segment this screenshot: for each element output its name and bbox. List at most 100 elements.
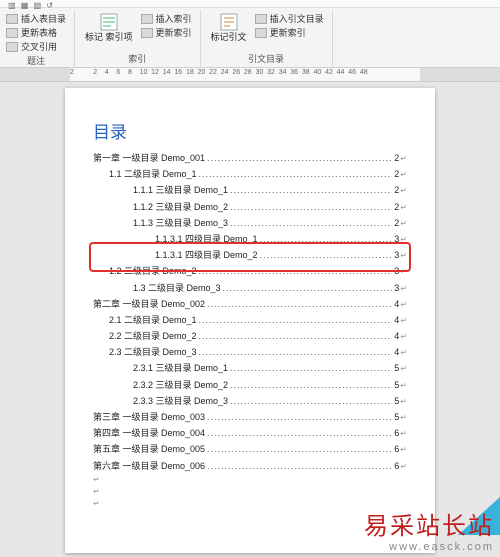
toc-entry-text: 第四章 一级目录 Demo_004 [93, 426, 205, 439]
toc-page-number: 5 [394, 380, 399, 390]
ruler-tick [82, 69, 83, 76]
ruler-tick: 38 [302, 69, 303, 76]
ruler-tick: 30 [256, 69, 257, 76]
ruler-tick: 44 [337, 69, 338, 76]
ruler-tick: 10 [140, 69, 141, 76]
insert-toa-button[interactable]: 插入引文目录 [255, 12, 324, 25]
paragraph-mark: ↵ [400, 203, 407, 212]
update-toa-button[interactable]: 更新索引 [255, 26, 324, 39]
toc-entry[interactable]: 2.3.3 三级目录 Demo_3.......................… [93, 394, 407, 407]
toc-page-number: 3 [394, 283, 399, 293]
toc-entry[interactable]: 第六章 一级目录 Demo_006.......................… [93, 459, 407, 472]
insert-table-of-figures-button[interactable]: 插入表目录 [6, 12, 66, 25]
update-table-button[interactable]: 更新表格 [6, 26, 66, 39]
document-area[interactable]: 目录 第一章 一级目录 Demo_001....................… [0, 82, 500, 557]
ruler-tick: 24 [221, 69, 222, 76]
toc-entry[interactable]: 第四章 一级目录 Demo_004.......................… [93, 426, 407, 439]
page: 目录 第一章 一级目录 Demo_001....................… [65, 88, 435, 553]
ruler-tick: 12 [151, 69, 152, 76]
toc-page-number: 6 [394, 461, 399, 471]
toc-page-number: 2 [394, 218, 399, 228]
toc-page-number: 6 [394, 444, 399, 454]
toc-entry[interactable]: 1.1.3.1 四级目录 Demo_2.....................… [93, 248, 407, 261]
toc-leader-dots: ........................................… [223, 283, 393, 293]
toc-entry-text: 1.1.3.1 四级目录 Demo_2 [155, 248, 258, 261]
group-citations: 标记引文 插入引文目录 更新索引 引文目录 [201, 10, 333, 67]
paragraph-mark: ↵ [400, 284, 407, 293]
toc-entry[interactable]: 2.1 二级目录 Demo_1.........................… [93, 313, 407, 326]
toc-page-number: 4 [394, 315, 399, 325]
toc-entry[interactable]: 1.1.2 三级目录 Demo_2.......................… [93, 200, 407, 213]
toc-entry-text: 第六章 一级目录 Demo_006 [93, 459, 205, 472]
toc-page-number: 4 [394, 331, 399, 341]
toc-entry-text: 1.2 二级目录 Demo_2 [109, 264, 197, 277]
toc-leader-dots: ........................................… [199, 266, 393, 276]
toc-entry[interactable]: 1.2 二级目录 Demo_2.........................… [93, 264, 407, 277]
insert-index-button[interactable]: 插入索引 [141, 12, 192, 25]
toc-leader-dots: ........................................… [207, 444, 392, 454]
paragraph-mark: ↵ [400, 300, 407, 309]
toc-page-number: 5 [394, 363, 399, 373]
toc-leader-dots: ........................................… [260, 234, 393, 244]
toc-body: 第一章 一级目录 Demo_001.......................… [93, 151, 407, 472]
toc-entry-text: 2.3 二级目录 Demo_3 [109, 345, 197, 358]
toc-entry[interactable]: 1.1.3.1 四级目录 Demo_1.....................… [93, 232, 407, 245]
toc-leader-dots: ........................................… [230, 363, 392, 373]
ruler-tick: 32 [267, 69, 268, 76]
paragraph-mark: ↵ [400, 154, 407, 163]
toc-entry-text: 1.3 二级目录 Demo_3 [133, 281, 221, 294]
qat-icon[interactable]: ▥ [8, 1, 16, 10]
toc-page-number: 3 [394, 266, 399, 276]
paragraph-mark: ↵ [400, 170, 407, 179]
toc-page-number: 2 [394, 153, 399, 163]
group-label: 引文目录 [248, 51, 284, 65]
toc-entry[interactable]: 第五章 一级目录 Demo_005.......................… [93, 442, 407, 455]
ruler-tick: 28 [244, 69, 245, 76]
ruler-tick: 16 [174, 69, 175, 76]
toc-entry[interactable]: 2.3.2 三级目录 Demo_2.......................… [93, 378, 407, 391]
ruler-tick: 4 [105, 69, 106, 76]
horizontal-ruler[interactable]: 2246810121416182022242628303234363840424… [0, 68, 500, 82]
update-index-button[interactable]: 更新索引 [141, 26, 192, 39]
toc-leader-dots: ........................................… [230, 380, 392, 390]
paragraph-mark: ↵ [400, 186, 407, 195]
toc-entry[interactable]: 1.3 二级目录 Demo_3.........................… [93, 281, 407, 294]
toc-leader-dots: ........................................… [230, 218, 392, 228]
toc-entry[interactable]: 2.3.1 三级目录 Demo_1.......................… [93, 361, 407, 374]
toc-page-number: 5 [394, 412, 399, 422]
toc-page-number: 3 [394, 234, 399, 244]
qat-icon[interactable]: ↺ [46, 1, 53, 10]
ruler-ticks: 2246810121416182022242628303234363840424… [70, 69, 361, 76]
paragraph-mark: ↵ [400, 397, 407, 406]
qat-icon[interactable]: ▧ [34, 1, 42, 10]
paragraph-mark: ↵ [400, 413, 407, 422]
mark-citation-button[interactable]: 标记引文 [209, 10, 249, 45]
mark-citation-icon [219, 12, 239, 32]
toc-title: 目录 [93, 118, 407, 143]
toc-leader-dots: ........................................… [199, 169, 393, 179]
paragraph-mark: ↵ [93, 487, 407, 496]
qat-icon[interactable]: ▦ [21, 1, 29, 10]
mark-index-entry-button[interactable]: 标记 索引项 [83, 10, 135, 45]
paragraph-mark: ↵ [400, 219, 407, 228]
toc-entry-text: 2.3.1 三级目录 Demo_1 [133, 361, 228, 374]
toc-page-number: 2 [394, 169, 399, 179]
toc-entry-text: 第三章 一级目录 Demo_003 [93, 410, 205, 423]
paragraph-mark: ↵ [400, 316, 407, 325]
toc-leader-dots: ........................................… [230, 202, 392, 212]
toc-entry[interactable]: 第一章 一级目录 Demo_001.......................… [93, 151, 407, 164]
toc-entry-text: 第二章 一级目录 Demo_002 [93, 297, 205, 310]
toc-entry[interactable]: 1.1.1 三级目录 Demo_1.......................… [93, 183, 407, 196]
ruler-tick: 42 [325, 69, 326, 76]
cross-reference-button[interactable]: 交叉引用 [6, 40, 66, 53]
toc-entry[interactable]: 1.1.3 三级目录 Demo_3.......................… [93, 216, 407, 229]
toc-entry[interactable]: 1.1 二级目录 Demo_1.........................… [93, 167, 407, 180]
toc-entry[interactable]: 第三章 一级目录 Demo_003.......................… [93, 410, 407, 423]
ruler-tick: 18 [186, 69, 187, 76]
toc-entry[interactable]: 2.2 二级目录 Demo_2.........................… [93, 329, 407, 342]
toc-leader-dots: ........................................… [199, 315, 393, 325]
ribbon: 插入表目录 更新表格 交叉引用 题注 标记 索引项 插入索引 更新索引 索引 [0, 8, 500, 68]
toc-entry[interactable]: 2.3 二级目录 Demo_3.........................… [93, 345, 407, 358]
toc-entry[interactable]: 第二章 一级目录 Demo_002.......................… [93, 297, 407, 310]
ruler-margin-left [0, 68, 70, 81]
